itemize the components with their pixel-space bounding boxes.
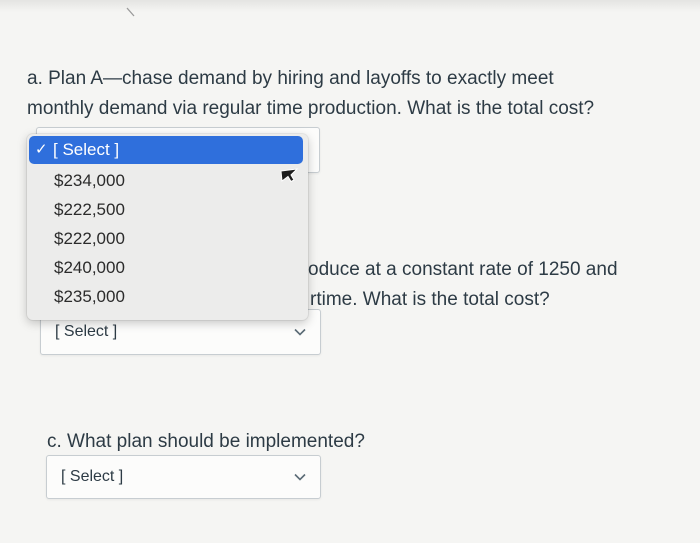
dropdown-option-label: $222,500 (54, 200, 125, 219)
question-c-text: c. What plan should be implemented? (47, 431, 365, 452)
dropdown-option[interactable]: $222,500 (27, 196, 308, 224)
dropdown-option-label: $235,000 (54, 287, 125, 306)
dropdown-option[interactable]: $222,000 (27, 225, 308, 253)
chevron-down-icon (294, 473, 306, 481)
dropdown-option[interactable]: $234,000 (27, 167, 308, 195)
question-c-select-value: [ Select ] (61, 468, 124, 485)
question-b-select-value: [ Select ] (55, 323, 118, 340)
mouse-pointer-icon (280, 168, 299, 183)
question-a-line1: a. Plan A—chase demand by hiring and lay… (27, 68, 554, 89)
mark-icon (126, 7, 135, 17)
dropdown-option-label: $222,000 (54, 229, 125, 248)
dropdown-option[interactable]: $240,000 (27, 254, 308, 282)
chevron-down-icon (294, 328, 306, 336)
dropdown-option-select[interactable]: ✓ [ Select ] (29, 136, 303, 164)
question-c-select[interactable]: [ Select ] (46, 455, 321, 499)
dropdown-option-label: $240,000 (54, 258, 125, 277)
dropdown-option-label: [ Select ] (53, 140, 120, 159)
question-a-dropdown-menu: ✓ [ Select ] $234,000 $222,500 $222,000 … (27, 134, 308, 320)
top-edge (0, 0, 700, 12)
question-a-text: a. Plan A—chase demand by hiring and lay… (27, 64, 594, 124)
checkmark-icon: ✓ (35, 141, 48, 158)
dropdown-option-label: $234,000 (54, 171, 125, 190)
dropdown-option[interactable]: $235,000 (27, 283, 308, 311)
question-a-line2: monthly demand via regular time producti… (27, 98, 595, 119)
